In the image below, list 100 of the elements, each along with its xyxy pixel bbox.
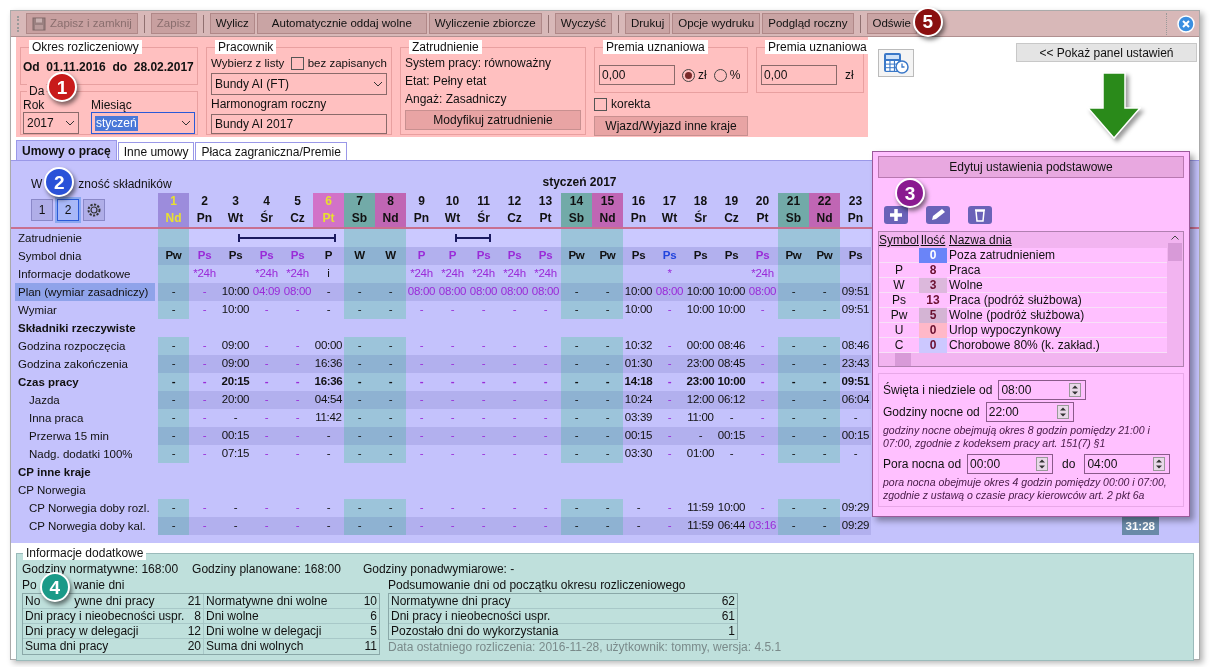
day-header: 11 Śr <box>476 193 491 227</box>
grid-cell: - <box>747 427 778 445</box>
grid-cell: 16:36 <box>313 355 344 373</box>
day-header: 18 Śr <box>692 193 709 227</box>
row-label[interactable]: Jazda <box>29 391 60 409</box>
trash-icon[interactable] <box>968 206 992 224</box>
row-label[interactable]: Plan (wymiar zasadniczy) <box>15 283 155 301</box>
summary-label: Dni wolne w delegacji <box>206 624 322 638</box>
row-label[interactable]: CP Norwegia doby rozl. <box>29 499 150 517</box>
holidays-time-field[interactable]: 08:00 <box>998 380 1087 400</box>
tab[interactable]: Umowy o pracę <box>16 140 117 160</box>
year-select[interactable]: 2017 <box>23 112 79 134</box>
row-label[interactable]: Składniki rzeczywiste <box>18 319 136 337</box>
close-icon[interactable] <box>1177 14 1195 33</box>
settings-button[interactable] <box>83 199 105 221</box>
night-to-time-field[interactable]: 04:00 <box>1084 454 1171 474</box>
bonus-field[interactable]: 0,00 <box>761 65 837 85</box>
visibility-button[interactable]: 2 <box>57 199 79 221</box>
grid-cell: - <box>778 283 809 301</box>
grid-cell: - <box>158 445 189 463</box>
grid-cell: - <box>375 373 406 391</box>
checkbox[interactable] <box>594 98 607 111</box>
day-header: 2 Pn <box>195 193 214 227</box>
grid-cell: - <box>189 517 220 535</box>
row-label[interactable]: Inna praca <box>29 409 84 427</box>
night-hours-time-field[interactable]: 22:00 <box>985 402 1074 422</box>
tab[interactable]: Inne umowy <box>117 142 195 160</box>
edit-icon[interactable] <box>926 206 950 224</box>
row-label[interactable]: Czas pracy <box>18 373 79 391</box>
toolbar-button[interactable]: Wylicz <box>209 13 255 34</box>
row-label[interactable]: Godzina zakończenia <box>18 355 128 373</box>
vertical-scrollbar[interactable] <box>1167 232 1183 353</box>
row-label[interactable]: CP Norwegia doby kal. <box>29 517 146 535</box>
row-label[interactable]: CP inne kraje <box>18 463 91 481</box>
spinner-arrows-icon <box>1153 457 1166 471</box>
grid-cell: Pw <box>158 247 189 265</box>
grid-cell: - <box>592 301 623 319</box>
scroll-thumb[interactable] <box>1168 243 1182 261</box>
grid-cell <box>375 265 406 283</box>
grid-cell: - <box>561 427 592 445</box>
row-label[interactable]: Informacje dodatkowe <box>18 265 131 283</box>
grid-cell: W <box>375 247 406 265</box>
bonus-field[interactable]: 0,00 <box>599 65 675 85</box>
grid-cell: Ps <box>189 247 220 265</box>
night-from-time-field[interactable]: 00:00 <box>967 454 1054 474</box>
grid-cell: 10:00 <box>685 283 716 301</box>
grid-cell: - <box>747 355 778 373</box>
symbol-cell: U <box>894 322 904 338</box>
toolbar-button[interactable]: Wyliczenie zbiorcze <box>428 13 542 34</box>
grid-cell: - <box>809 391 840 409</box>
scroll-thumb[interactable] <box>895 353 911 366</box>
row-label[interactable]: Przerwa 15 min <box>29 427 109 445</box>
column-header[interactable]: Nazwa dnia <box>947 232 1012 248</box>
grid-cell: - <box>158 409 189 427</box>
row-label[interactable]: Nadg. dodatki 100% <box>29 445 133 463</box>
show-panel-button[interactable]: << Pokaż panel ustawień <box>1016 43 1197 62</box>
grid-cell: - <box>499 355 530 373</box>
employee-select[interactable]: Bundy AI (FT) <box>211 73 387 95</box>
grid-cell: - <box>282 427 313 445</box>
employment-info: Etat: Pełny etat <box>405 74 488 89</box>
day-header: 10 Wt <box>443 193 462 227</box>
toolbar-button[interactable]: Automatycznie oddaj wolne <box>256 13 427 34</box>
travel-button[interactable]: Wjazd/Wyjazd inne kraje <box>594 116 748 136</box>
row-label[interactable]: Zatrudnienie <box>18 229 82 247</box>
tab[interactable]: Płaca zagraniczna/Premie <box>195 142 347 160</box>
grid-cell: - <box>592 445 623 463</box>
summary-label: Suma dni wolnych <box>206 639 304 654</box>
symbol-cell: Ps <box>892 292 906 308</box>
callout-badge: 5 <box>912 6 943 37</box>
checkbox[interactable] <box>290 57 304 70</box>
calendar-clock-button[interactable] <box>878 49 914 77</box>
scroll-up-icon[interactable] <box>1171 235 1179 240</box>
grid-cell: - <box>561 283 592 301</box>
grid-cell: Ps <box>499 247 530 265</box>
grid-cell: Ps <box>282 247 313 265</box>
toolbar-button[interactable]: Odświe <box>866 13 917 34</box>
row-label[interactable]: Symbol dnia <box>18 247 82 265</box>
row-label[interactable]: CP Norwegia <box>18 481 86 499</box>
summary-label: Dni pracy w delegacji <box>25 624 139 638</box>
visibility-button[interactable]: 1 <box>31 199 53 221</box>
row-label[interactable]: Wymiar <box>18 301 57 319</box>
grid-cell: 08:00 <box>282 283 313 301</box>
column-header[interactable]: Symbol <box>879 232 919 248</box>
down-arrow-icon <box>1087 72 1141 140</box>
grid-cell: 23:43 <box>840 355 871 373</box>
save-icon <box>32 16 46 31</box>
add-icon[interactable] <box>884 206 908 224</box>
toolbar-button[interactable]: Wyczyść <box>554 13 612 34</box>
schedule-field[interactable]: Bundy AI 2017 <box>211 114 387 134</box>
month-select[interactable]: styczeń <box>91 112 195 134</box>
toolbar-button[interactable]: Podgląd roczny <box>762 13 854 34</box>
toolbar-button[interactable]: Drukuj <box>624 13 671 34</box>
horizontal-scrollbar[interactable] <box>879 353 1183 366</box>
modify-employment-button[interactable]: Modyfikuj zatrudnienie <box>405 110 581 130</box>
toolbar-button[interactable]: Opcje wydruku <box>672 13 761 34</box>
edit-settings-button[interactable]: Edytuj ustawienia podstawowe <box>878 156 1184 178</box>
grid-cell: - <box>778 301 809 319</box>
row-label[interactable]: Godzina rozpoczęcia <box>18 337 126 355</box>
column-header[interactable]: Ilość <box>919 232 947 248</box>
grid-cell: 09:51 <box>840 283 871 301</box>
